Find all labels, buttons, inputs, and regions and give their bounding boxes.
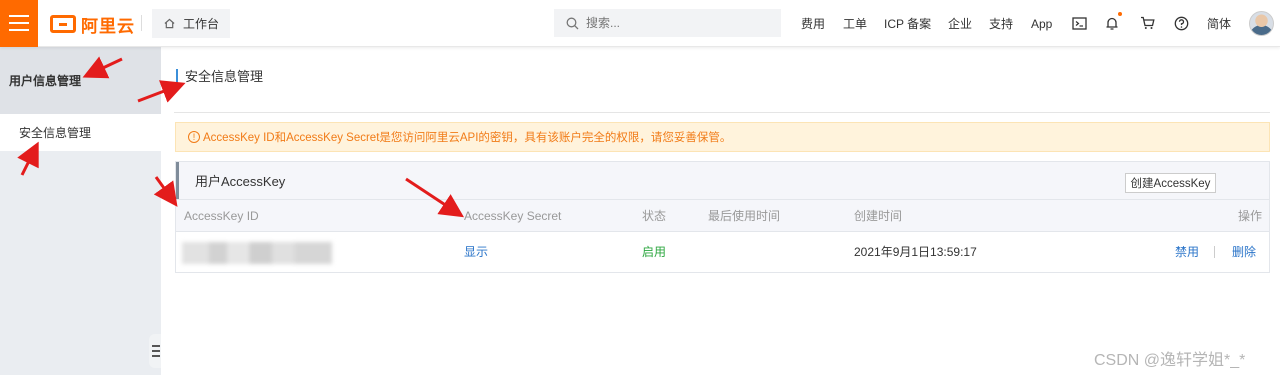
help-icon[interactable]	[1172, 14, 1190, 32]
nav-app[interactable]: App	[1031, 0, 1052, 47]
panel-header: 用户AccessKey 创建AccessKey	[176, 162, 1269, 199]
column-header: 操作	[1238, 209, 1263, 223]
column-header: AccessKey Secret	[464, 209, 562, 223]
accesskey-id-redacted	[182, 242, 332, 264]
divider	[174, 112, 1270, 113]
cart-icon[interactable]	[1138, 14, 1156, 32]
bell-icon[interactable]	[1103, 14, 1121, 32]
create-accesskey-button[interactable]: 创建AccessKey	[1125, 173, 1216, 193]
accesskey-panel: 用户AccessKey 创建AccessKey AccessKey ID Acc…	[175, 161, 1270, 273]
sidebar-item-security-info[interactable]: 安全信息管理	[0, 114, 161, 151]
notification-badge	[1118, 12, 1122, 16]
sidebar-collapse-icon[interactable]	[149, 334, 161, 368]
table-row: 显示 启用 2021年9月1日13:59:17 禁用 删除	[176, 231, 1269, 272]
divider	[1214, 246, 1215, 258]
terminal-icon[interactable]	[1070, 14, 1088, 32]
warning-notice: ! AccessKey ID和AccessKey Secret是您访问阿里云AP…	[175, 122, 1270, 152]
sidebar: 用户信息管理 安全信息管理	[0, 47, 161, 375]
show-secret-link[interactable]: 显示	[464, 232, 488, 273]
column-header: 创建时间	[854, 209, 903, 223]
column-header: 最后使用时间	[708, 209, 781, 223]
divider	[141, 15, 142, 31]
search-box[interactable]	[554, 9, 781, 37]
search-icon	[566, 17, 579, 29]
nav-tickets[interactable]: 工单	[843, 0, 867, 47]
sidebar-header: 用户信息管理	[0, 47, 161, 114]
search-input[interactable]	[586, 16, 766, 30]
delete-link[interactable]: 删除	[1232, 232, 1256, 273]
language-switch[interactable]: 简体	[1207, 0, 1231, 47]
page-title: 安全信息管理	[176, 69, 263, 85]
avatar[interactable]	[1249, 11, 1274, 36]
workbench-label: 工作台	[183, 17, 220, 31]
home-icon	[164, 18, 175, 29]
nav-enterprise[interactable]: 企业	[948, 0, 972, 47]
watermark: CSDN @逸轩学姐*_*	[1094, 352, 1246, 369]
panel-title: 用户AccessKey	[195, 174, 286, 189]
nav-fees[interactable]: 费用	[801, 0, 825, 47]
top-bar: 阿里云 工作台 费用 工单 ICP 备案 企业 支持 App 简体	[0, 0, 1280, 47]
nav-icp[interactable]: ICP 备案	[884, 0, 931, 47]
status-badge: 启用	[642, 245, 667, 259]
column-header: 状态	[642, 209, 667, 223]
warning-icon: !	[188, 131, 200, 143]
created-time: 2021年9月1日13:59:17	[854, 245, 977, 259]
table-header: AccessKey ID AccessKey Secret 状态 最后使用时间 …	[176, 199, 1269, 231]
nav-support[interactable]: 支持	[989, 0, 1013, 47]
logo-mark-icon	[50, 15, 76, 33]
menu-icon[interactable]	[0, 0, 38, 47]
notice-text: AccessKey ID和AccessKey Secret是您访问阿里云API的…	[203, 132, 732, 144]
column-header: AccessKey ID	[184, 209, 259, 223]
workbench-button[interactable]: 工作台	[152, 9, 230, 38]
logo-text: 阿里云	[81, 16, 135, 36]
disable-link[interactable]: 禁用	[1175, 232, 1199, 273]
aliyun-logo[interactable]: 阿里云	[50, 13, 135, 36]
